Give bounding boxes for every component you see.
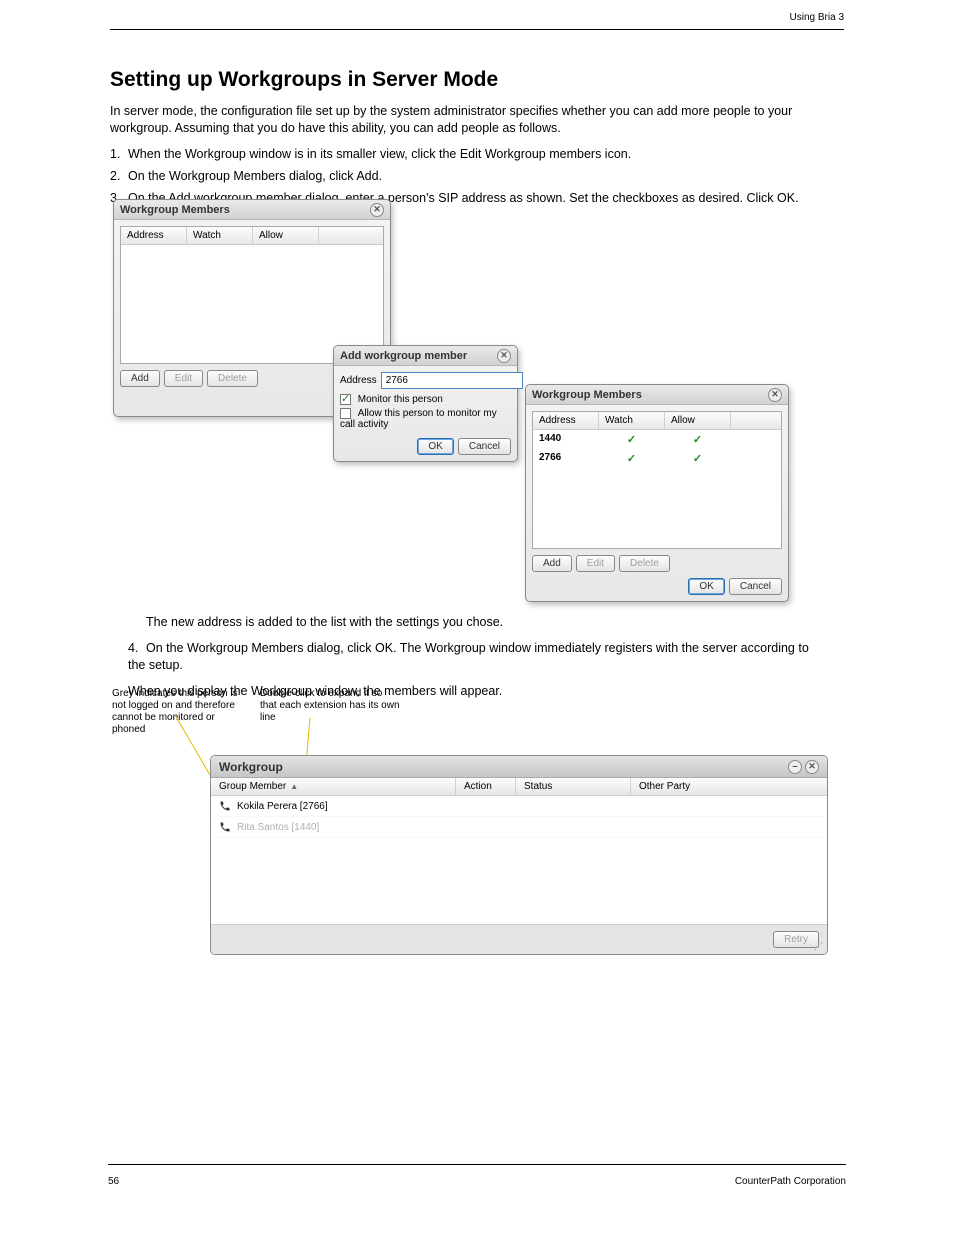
col-address[interactable]: Address <box>533 412 599 429</box>
delete-button[interactable]: Delete <box>207 370 258 387</box>
col-watch[interactable]: Watch <box>187 227 253 244</box>
step-4: On the Workgroup Members dialog, click O… <box>128 641 809 671</box>
close-icon[interactable]: ✕ <box>768 388 782 402</box>
check-icon: ✓ <box>627 453 636 465</box>
member-name: Rita Santos [1440] <box>237 822 319 833</box>
callout-doubleclick: Double-click to expand it so that each e… <box>260 688 400 724</box>
page-number: 56 <box>108 1176 119 1187</box>
col-watch[interactable]: Watch <box>599 412 665 429</box>
col-action[interactable]: Action <box>456 778 516 795</box>
phone-icon <box>219 800 231 812</box>
cell-address: 2766 <box>533 449 599 468</box>
step-3-continued: The new address is added to the list wit… <box>146 614 828 630</box>
delete-button[interactable]: Delete <box>619 555 670 572</box>
phone-icon <box>219 821 231 833</box>
cancel-button[interactable]: Cancel <box>729 578 782 595</box>
step-2: On the Workgroup Members dialog, click A… <box>128 169 382 183</box>
edit-button[interactable]: Edit <box>576 555 615 572</box>
close-icon[interactable]: ✕ <box>497 349 511 363</box>
footer-company: CounterPath Corporation <box>735 1176 846 1187</box>
address-label: Address <box>340 375 377 386</box>
col-other-party[interactable]: Other Party <box>631 778 827 795</box>
ok-button[interactable]: OK <box>688 578 724 595</box>
cell-address: 1440 <box>533 430 599 449</box>
retry-button[interactable]: Retry <box>773 931 819 948</box>
dlg1-title: Workgroup Members <box>120 204 230 216</box>
dlg2-title: Add workgroup member <box>340 350 467 362</box>
monitor-label: Monitor this person <box>358 394 443 405</box>
minimize-icon[interactable]: – <box>788 760 802 774</box>
check-icon: ✓ <box>627 434 636 446</box>
table-row[interactable]: 1440 ✓ ✓ <box>533 430 781 449</box>
check-icon: ✓ <box>693 434 702 446</box>
footer-rule <box>108 1164 846 1165</box>
col-status[interactable]: Status <box>516 778 631 795</box>
col-allow[interactable]: Allow <box>253 227 319 244</box>
intro-paragraph: In server mode, the configuration file s… <box>110 103 844 136</box>
edit-button[interactable]: Edit <box>164 370 203 387</box>
monitor-checkbox[interactable] <box>340 394 351 405</box>
col-blank <box>319 227 383 244</box>
ok-button[interactable]: OK <box>417 438 453 455</box>
add-button[interactable]: Add <box>120 370 160 387</box>
address-input[interactable] <box>381 372 523 389</box>
col-allow[interactable]: Allow <box>665 412 731 429</box>
add-button[interactable]: Add <box>532 555 572 572</box>
dlg3-title: Workgroup Members <box>532 389 642 401</box>
close-icon[interactable]: ✕ <box>370 203 384 217</box>
col-blank <box>731 412 781 429</box>
step-1: When the Workgroup window is in its smal… <box>128 147 631 161</box>
sort-asc-icon: ▲ <box>290 782 298 791</box>
cancel-button[interactable]: Cancel <box>458 438 511 455</box>
list-item[interactable]: Rita Santos [1440] <box>211 817 827 838</box>
col-group-member[interactable]: Group Member▲ <box>211 778 456 795</box>
table-row[interactable]: 2766 ✓ ✓ <box>533 449 781 468</box>
col-address[interactable]: Address <box>121 227 187 244</box>
header-rule <box>110 29 844 30</box>
close-icon[interactable]: ✕ <box>805 760 819 774</box>
allow-monitor-checkbox[interactable] <box>340 408 351 419</box>
header-right: Using Bria 3 <box>790 12 844 23</box>
allow-monitor-label: Allow this person to monitor my call act… <box>340 408 497 430</box>
panel-title: Workgroup <box>219 760 283 774</box>
section-title: Setting up Workgroups in Server Mode <box>110 66 844 93</box>
check-icon: ✓ <box>693 453 702 465</box>
list-item[interactable]: Kokila Perera [2766] <box>211 796 827 817</box>
resize-grip-icon[interactable]: ⋰ <box>814 941 823 952</box>
callout-grey: Grey indicates this person is not logged… <box>112 688 242 736</box>
member-name: Kokila Perera [2766] <box>237 801 328 812</box>
